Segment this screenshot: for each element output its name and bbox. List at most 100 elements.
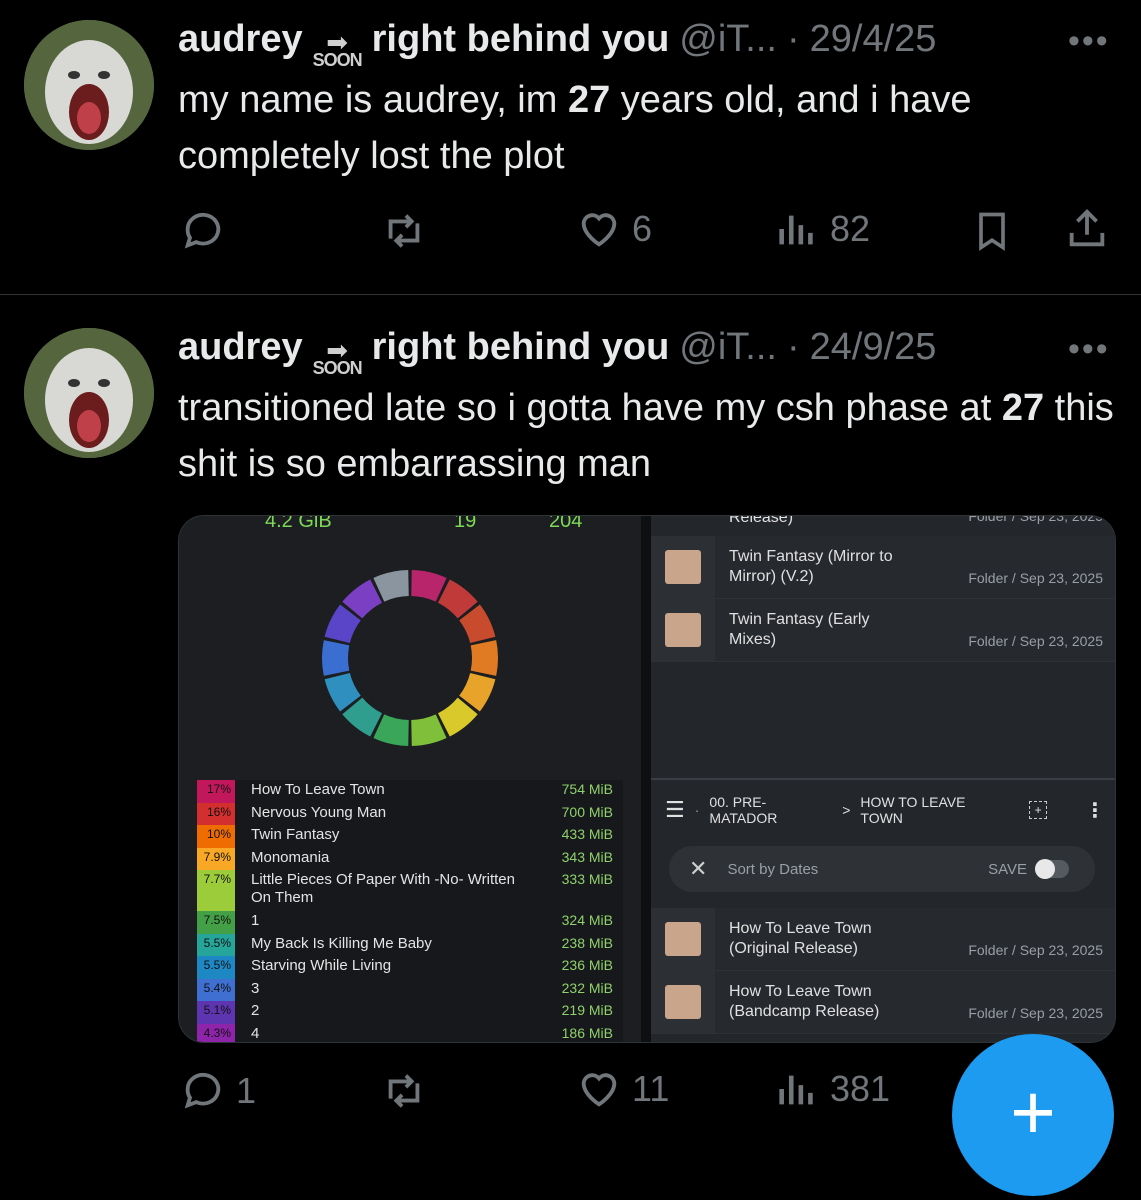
bookmark-button[interactable] bbox=[970, 208, 1014, 254]
folder-name: How To Leave Town bbox=[251, 781, 385, 798]
storage-row[interactable]: 7.5% 1 324 MiB bbox=[197, 911, 623, 934]
like-button[interactable]: 11 bbox=[576, 1066, 669, 1112]
share-button[interactable] bbox=[1064, 206, 1110, 252]
soon-arrow-icon: ➡ SOON bbox=[312, 27, 363, 70]
handle[interactable]: @iT... bbox=[679, 18, 777, 61]
select-icon[interactable]: + bbox=[1029, 801, 1047, 819]
folder-size: 232 MiB bbox=[561, 979, 613, 996]
handle[interactable]: @iT... bbox=[679, 326, 777, 369]
repost-button[interactable] bbox=[380, 1068, 428, 1114]
view-count: 381 bbox=[830, 1068, 891, 1109]
percent-badge: 5.4% bbox=[197, 978, 235, 1001]
storage-row[interactable]: 5.5% Starving While Living 236 MiB bbox=[197, 956, 623, 979]
folder-size: 236 MiB bbox=[561, 957, 613, 973]
folder-name: 2 bbox=[251, 1002, 260, 1019]
percent-badge: 7.9% bbox=[197, 847, 235, 870]
folder-name: My Back Is Killing Me Baby bbox=[251, 934, 432, 952]
views-button[interactable]: 82 bbox=[774, 206, 870, 252]
folder-title: How To Leave Town (Bandcamp Release) bbox=[729, 983, 880, 1020]
storage-row[interactable]: 5.4% 3 232 MiB bbox=[197, 978, 623, 1001]
percent-badge: 7.5% bbox=[197, 911, 235, 934]
file-browser-panel: Release) Folder / Sep 23, 2025 Twin Fant… bbox=[651, 516, 1115, 1042]
name-suffix[interactable]: right behind you bbox=[372, 18, 670, 61]
separator-dot: · bbox=[786, 18, 800, 60]
display-name[interactable]: audrey bbox=[178, 18, 303, 61]
folder-row[interactable]: Twin Fantasy (Mirror to Mirror) (V.2) Fol… bbox=[651, 536, 1115, 599]
views-button[interactable]: 381 bbox=[774, 1066, 890, 1112]
breadcrumb-current[interactable]: HOW TO LEAVE TOWN bbox=[860, 794, 1009, 826]
sort-bar[interactable]: ✕ Sort by Dates SAVE bbox=[669, 846, 1095, 892]
folder-title: Twin Fantasy (Mirror to Mirror) (V.2) bbox=[729, 548, 893, 585]
wolf-avatar-icon bbox=[24, 20, 154, 150]
storage-panel: 4.2 GiB 19 204 17% How To Leave Town 754 M… bbox=[179, 516, 641, 1042]
storage-row[interactable]: 5.1% 2 219 MiB bbox=[197, 1001, 623, 1024]
donut-chart bbox=[322, 570, 498, 746]
post-date[interactable]: 29/4/25 bbox=[810, 18, 937, 61]
name-suffix[interactable]: right behind you bbox=[372, 326, 670, 369]
folder-size: 219 MiB bbox=[561, 1002, 613, 1018]
more-options-icon[interactable]: ••• bbox=[1068, 22, 1110, 61]
folder-size: 333 MiB bbox=[561, 871, 613, 887]
repost-icon bbox=[388, 214, 420, 248]
breadcrumb: ☰ · 00. PRE-MATADOR > HOW TO LEAVE TOWN … bbox=[665, 794, 1105, 826]
folder-name: 1 bbox=[251, 912, 260, 929]
media-image[interactable]: 4.2 GiB 19 204 17% How To Leave Town 754 M… bbox=[178, 515, 1116, 1043]
avatar[interactable] bbox=[24, 20, 154, 150]
folder-meta: Folder / Sep 23, 2025 bbox=[968, 942, 1103, 958]
like-button[interactable]: 6 bbox=[576, 206, 652, 252]
percent-badge: 10% bbox=[197, 825, 235, 848]
folder-name: 4 bbox=[251, 1024, 260, 1042]
post-date[interactable]: 24/9/25 bbox=[810, 326, 937, 369]
storage-row[interactable]: 5.5% My Back Is Killing Me Baby 238 MiB bbox=[197, 933, 623, 956]
storage-row[interactable]: 7.9% Monomania 343 MiB bbox=[197, 847, 623, 870]
heart-icon bbox=[581, 1073, 617, 1107]
repost-button[interactable] bbox=[380, 208, 428, 254]
like-count: 11 bbox=[632, 1068, 670, 1109]
storage-row[interactable]: 17% How To Leave Town 754 MiB bbox=[197, 780, 623, 803]
compose-button[interactable]: + bbox=[952, 1034, 1114, 1196]
donut-segment bbox=[470, 640, 498, 676]
folder-icon bbox=[651, 908, 715, 970]
storage-row[interactable]: 4.3% 4 186 MiB bbox=[197, 1023, 623, 1042]
percent-badge: 4.3% bbox=[197, 1023, 235, 1042]
folder-name: 3 bbox=[251, 979, 260, 997]
share-icon bbox=[1069, 209, 1105, 247]
display-name[interactable]: audrey bbox=[178, 326, 303, 369]
menu-icon[interactable]: ☰ bbox=[665, 797, 685, 823]
storage-row[interactable]: 16% Nervous Young Man 700 MiB bbox=[197, 802, 623, 825]
folder-row[interactable]: How To Leave Town (Bandcamp Release) Fold… bbox=[651, 971, 1115, 1034]
close-icon[interactable]: ✕ bbox=[689, 856, 707, 882]
folder-icon bbox=[651, 971, 715, 1033]
storage-list: 17% How To Leave Town 754 MiB 16% Nervous Yo… bbox=[197, 780, 623, 1042]
folder-row-partial[interactable]: Release) Folder / Sep 23, 2025 bbox=[651, 516, 1115, 537]
bookmark-icon bbox=[979, 212, 1005, 251]
storage-row[interactable]: 7.7% Little Pieces Of Paper With -No- Wri… bbox=[197, 870, 623, 911]
repost-icon bbox=[388, 1074, 420, 1108]
folder-name: Monomania bbox=[251, 848, 330, 866]
reply-count: 1 bbox=[236, 1070, 257, 1111]
views-icon bbox=[779, 1075, 813, 1105]
file-count: 204 bbox=[549, 515, 583, 532]
breadcrumb-item[interactable]: 00. PRE-MATADOR bbox=[709, 794, 832, 826]
reply-button[interactable] bbox=[180, 208, 226, 254]
post-text: transitioned late so i gotta have my csh… bbox=[178, 387, 1114, 485]
more-options-icon[interactable]: ••• bbox=[1068, 330, 1110, 369]
overflow-menu-icon[interactable]: ⋮ bbox=[1085, 798, 1105, 823]
folder-row[interactable]: How To Leave Town (Original Release) Fold… bbox=[651, 908, 1115, 971]
reply-icon bbox=[184, 212, 221, 249]
wolf-avatar-icon bbox=[24, 328, 154, 458]
folder-size: 186 MiB bbox=[561, 1024, 613, 1041]
folder-row[interactable]: Twin Fantasy (Early Mixes) Folder / Sep 2… bbox=[651, 599, 1115, 662]
save-toggle[interactable] bbox=[1035, 859, 1069, 879]
avatar[interactable] bbox=[24, 328, 154, 458]
folder-meta: Folder / Sep 23, 2025 bbox=[968, 633, 1103, 649]
folder-size: 700 MiB bbox=[561, 803, 613, 820]
total-size: 4.2 GiB bbox=[265, 515, 332, 532]
reply-button[interactable]: 1 bbox=[180, 1068, 256, 1114]
folder-size: 754 MiB bbox=[561, 781, 613, 797]
storage-row[interactable]: 10% Twin Fantasy 433 MiB bbox=[197, 825, 623, 848]
heart-icon bbox=[581, 213, 617, 247]
view-count: 82 bbox=[830, 208, 871, 249]
folder-size: 238 MiB bbox=[561, 934, 613, 951]
folder-name: Twin Fantasy bbox=[251, 826, 340, 843]
